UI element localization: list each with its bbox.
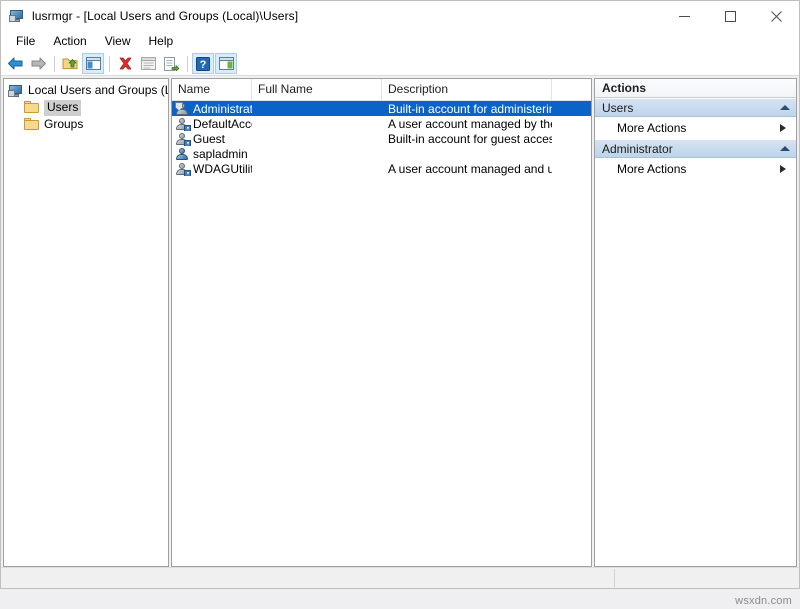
folder-icon (24, 117, 40, 133)
user-name: Administrator (193, 102, 252, 116)
tree-item-label: Groups (44, 117, 83, 132)
tree-item-users[interactable]: Users (4, 99, 168, 116)
status-divider (614, 569, 615, 587)
back-icon[interactable] (4, 53, 26, 74)
actions-group-header-users[interactable]: Users (595, 98, 796, 117)
menu-item-view[interactable]: View (96, 32, 140, 51)
actions-pane: Actions Users More Actions Administrator… (594, 78, 797, 567)
chevron-right-icon (780, 165, 786, 173)
actions-pane-title: Actions (595, 79, 796, 98)
user-disabled-icon (176, 132, 190, 146)
users-list-pane: Name Full Name Description Administrator (171, 78, 592, 567)
toolbar-separator (54, 56, 55, 72)
table-row[interactable]: sapladmin (172, 146, 591, 161)
user-name: Guest (193, 132, 225, 146)
table-row[interactable]: DefaultAcco... A user account managed by… (172, 116, 591, 131)
cell-name: sapladmin (172, 147, 252, 161)
user-disabled-icon (176, 117, 190, 131)
cell-name: WDAGUtility... (172, 162, 252, 176)
delete-icon[interactable] (114, 53, 136, 74)
toolbar: ? (1, 52, 799, 76)
window-controls (661, 1, 799, 31)
help-icon[interactable]: ? (192, 53, 214, 74)
actions-group-label: Administrator (602, 142, 780, 156)
close-button[interactable] (753, 1, 799, 31)
column-header-filler (552, 79, 591, 100)
menu-item-file[interactable]: File (7, 32, 44, 51)
show-action-pane-icon[interactable] (215, 53, 237, 74)
column-header-description[interactable]: Description (382, 79, 552, 100)
user-name: sapladmin (193, 147, 248, 161)
action-label: More Actions (617, 162, 780, 176)
svg-text:?: ? (200, 59, 207, 71)
console-tree-pane: Local Users and Groups (Local) Users Gro… (3, 78, 169, 567)
list-rows: Administrator Built-in account for admin… (172, 101, 591, 566)
screenshot-root: lusrmgr - [Local Users and Groups (Local… (0, 0, 800, 609)
cell-name: DefaultAcco... (172, 117, 252, 131)
table-row[interactable]: WDAGUtility... A user account managed an… (172, 161, 591, 176)
console-body: Local Users and Groups (Local) Users Gro… (1, 76, 799, 567)
status-bar (1, 567, 799, 588)
computer-icon (8, 83, 24, 99)
tree-item-groups[interactable]: Groups (4, 116, 168, 133)
chevron-up-icon[interactable] (780, 146, 790, 151)
user-disabled-icon (176, 162, 190, 176)
action-more-actions-administrator[interactable]: More Actions (595, 158, 796, 180)
show-console-tree-icon[interactable] (82, 53, 104, 74)
export-list-icon[interactable] (160, 53, 182, 74)
tree-item-label: Users (44, 100, 81, 116)
tree-item-label: Local Users and Groups (Local) (28, 83, 169, 98)
tree-item-local-users-and-groups[interactable]: Local Users and Groups (Local) (4, 82, 168, 99)
forward-icon[interactable] (27, 53, 49, 74)
cell-description: Built-in account for administering... (382, 102, 552, 116)
action-more-actions-users[interactable]: More Actions (595, 117, 796, 139)
menu-bar: File Action View Help (1, 31, 799, 52)
column-header-name[interactable]: Name (172, 79, 252, 100)
cell-name: Administrator (172, 102, 252, 116)
cell-description: A user account managed by the s... (382, 117, 552, 131)
user-name: WDAGUtility... (193, 162, 252, 176)
toolbar-separator (187, 56, 188, 72)
maximize-button[interactable] (707, 1, 753, 31)
minimize-button[interactable] (661, 1, 707, 31)
chevron-up-icon[interactable] (780, 105, 790, 110)
toolbar-separator (109, 56, 110, 72)
menu-item-action[interactable]: Action (44, 32, 95, 51)
actions-pane-filler (595, 180, 796, 566)
action-label: More Actions (617, 121, 780, 135)
watermark: wsxdn.com (735, 595, 792, 607)
properties-icon[interactable] (137, 53, 159, 74)
window-title: lusrmgr - [Local Users and Groups (Local… (32, 9, 298, 23)
actions-group-label: Users (602, 101, 780, 115)
cell-description: A user account managed and use... (382, 162, 552, 176)
mmc-console-icon (9, 8, 25, 24)
cell-description: Built-in account for guest access t... (382, 132, 552, 146)
user-icon (176, 147, 190, 161)
folder-icon (24, 100, 40, 116)
user-name: DefaultAcco... (193, 117, 252, 131)
column-header-full-name[interactable]: Full Name (252, 79, 382, 100)
actions-group-header-administrator[interactable]: Administrator (595, 139, 796, 158)
up-folder-icon[interactable] (59, 53, 81, 74)
lusrmgr-window: lusrmgr - [Local Users and Groups (Local… (0, 0, 800, 589)
user-disabled-icon (176, 102, 190, 116)
title-bar: lusrmgr - [Local Users and Groups (Local… (1, 1, 799, 31)
menu-item-help[interactable]: Help (140, 32, 183, 51)
table-row[interactable]: Guest Built-in account for guest access … (172, 131, 591, 146)
list-column-headers: Name Full Name Description (172, 79, 591, 101)
chevron-right-icon (780, 124, 786, 132)
cell-name: Guest (172, 132, 252, 146)
table-row[interactable]: Administrator Built-in account for admin… (172, 101, 591, 116)
